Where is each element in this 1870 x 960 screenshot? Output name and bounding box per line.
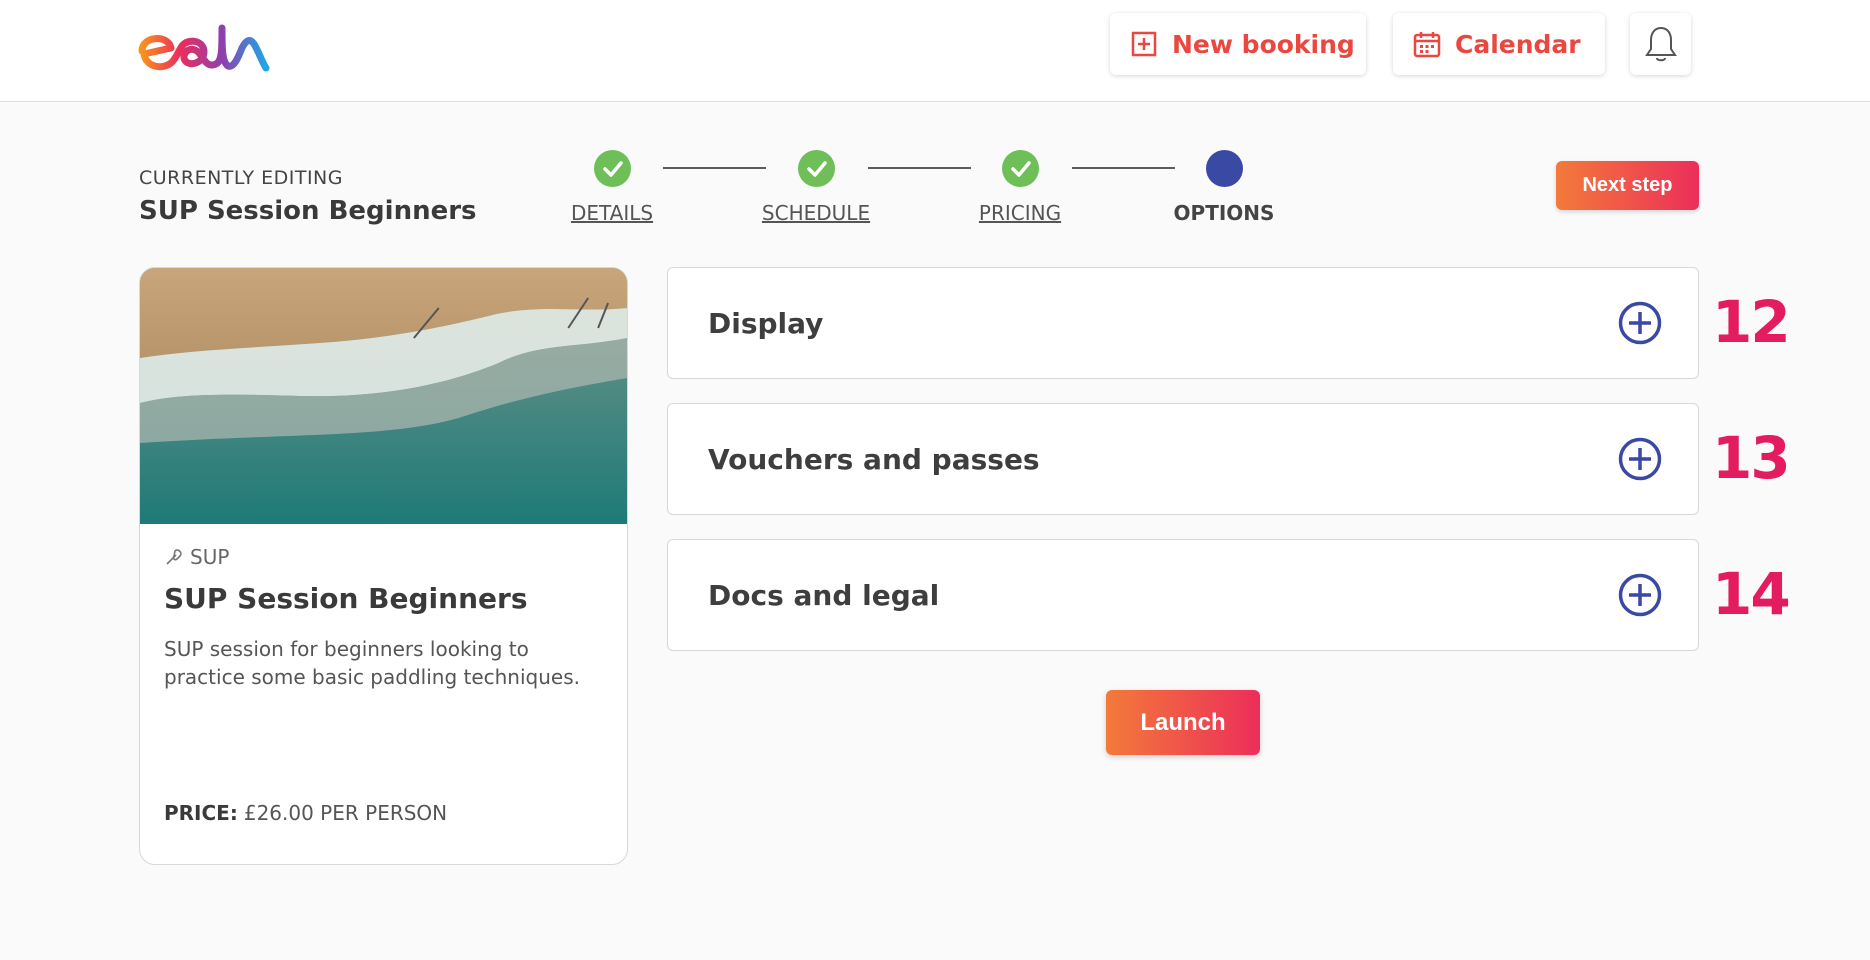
price-label: PRICE: xyxy=(164,801,238,825)
plus-square-icon xyxy=(1130,30,1158,58)
editing-title: SUP Session Beginners xyxy=(139,196,477,226)
top-header: New booking Calendar xyxy=(0,0,1870,102)
calendar-button[interactable]: Calendar xyxy=(1393,13,1605,75)
section-docs-title: Docs and legal xyxy=(708,578,940,612)
paddle-icon xyxy=(166,549,182,565)
currently-editing-label: CURRENTLY EDITING xyxy=(139,167,343,189)
new-booking-label: New booking xyxy=(1172,29,1355,59)
activity-category-label: SUP xyxy=(190,545,230,569)
step-connector xyxy=(663,167,766,169)
section-docs-and-legal[interactable]: Docs and legal xyxy=(667,539,1699,651)
new-booking-button[interactable]: New booking xyxy=(1110,13,1366,75)
step-pricing-indicator[interactable] xyxy=(1002,150,1039,187)
step-connector xyxy=(1072,167,1175,169)
plus-circle-icon[interactable] xyxy=(1618,301,1662,345)
next-step-button[interactable]: Next step xyxy=(1556,161,1699,210)
step-connector xyxy=(868,167,971,169)
calendar-icon xyxy=(1413,30,1441,58)
section-display[interactable]: Display xyxy=(667,267,1699,379)
eola-logo[interactable] xyxy=(138,18,273,78)
bell-icon xyxy=(1644,26,1677,62)
activity-title: SUP Session Beginners xyxy=(164,582,528,615)
notifications-button[interactable] xyxy=(1630,13,1691,75)
activity-card: SUP SUP Session Beginners SUP session fo… xyxy=(139,267,628,865)
step-options-indicator xyxy=(1206,150,1243,187)
launch-button[interactable]: Launch xyxy=(1106,690,1260,755)
check-icon xyxy=(1010,160,1031,177)
step-options-label: OPTIONS xyxy=(1173,201,1275,225)
step-details-indicator[interactable] xyxy=(594,150,631,187)
price-value: £26.00 PER PERSON xyxy=(243,801,448,825)
step-pricing-link[interactable]: PRICING xyxy=(945,201,1095,225)
plus-circle-icon[interactable] xyxy=(1618,573,1662,617)
section-vouchers-and-passes[interactable]: Vouchers and passes xyxy=(667,403,1699,515)
section-vouchers-title: Vouchers and passes xyxy=(708,442,1040,476)
plus-circle-icon[interactable] xyxy=(1618,437,1662,481)
activity-description: SUP session for beginners looking to pra… xyxy=(164,637,580,689)
step-details-link[interactable]: DETAILS xyxy=(537,201,687,225)
section-docs-annotation: 14 xyxy=(1712,560,1791,628)
section-vouchers-annotation: 13 xyxy=(1712,424,1791,492)
step-schedule-link[interactable]: SCHEDULE xyxy=(741,201,891,225)
activity-image xyxy=(140,268,627,524)
activity-category: SUP xyxy=(164,545,229,569)
check-icon xyxy=(806,160,827,177)
activity-price: PRICE: £26.00 PER PERSON xyxy=(164,801,447,825)
step-schedule-indicator[interactable] xyxy=(798,150,835,187)
section-display-annotation: 12 xyxy=(1712,288,1791,356)
section-display-title: Display xyxy=(708,306,824,340)
check-icon xyxy=(602,160,623,177)
calendar-label: Calendar xyxy=(1455,29,1581,59)
